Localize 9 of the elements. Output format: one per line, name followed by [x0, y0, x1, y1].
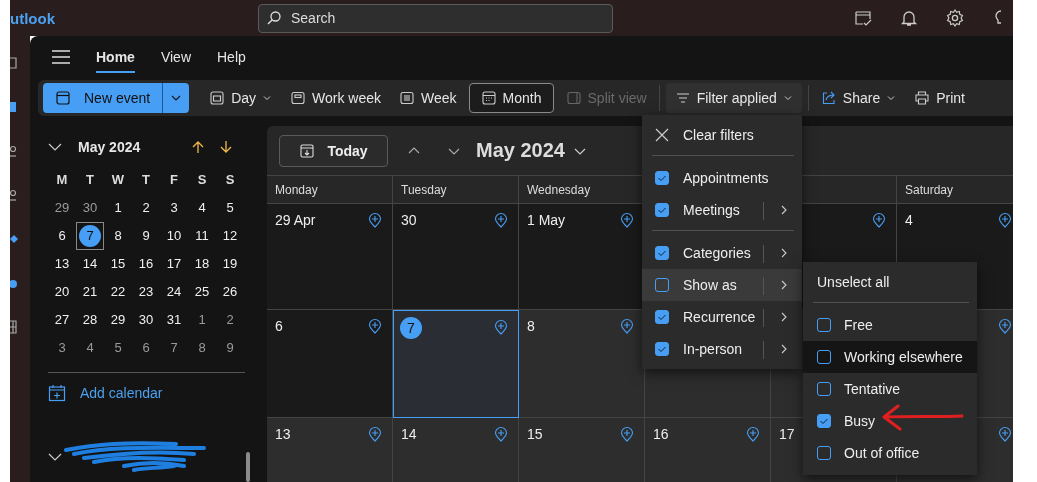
weekday-label: S: [224, 171, 236, 190]
weekday-label: S: [196, 171, 208, 190]
weekday-label: M: [55, 171, 69, 190]
app-title: utlook: [10, 9, 56, 27]
weekday-label: W: [110, 171, 126, 190]
month-title: May 2024: [78, 138, 142, 155]
weekday-label: T: [85, 171, 95, 190]
weekday-label: F: [169, 171, 179, 190]
weekday-label: T: [141, 171, 151, 190]
